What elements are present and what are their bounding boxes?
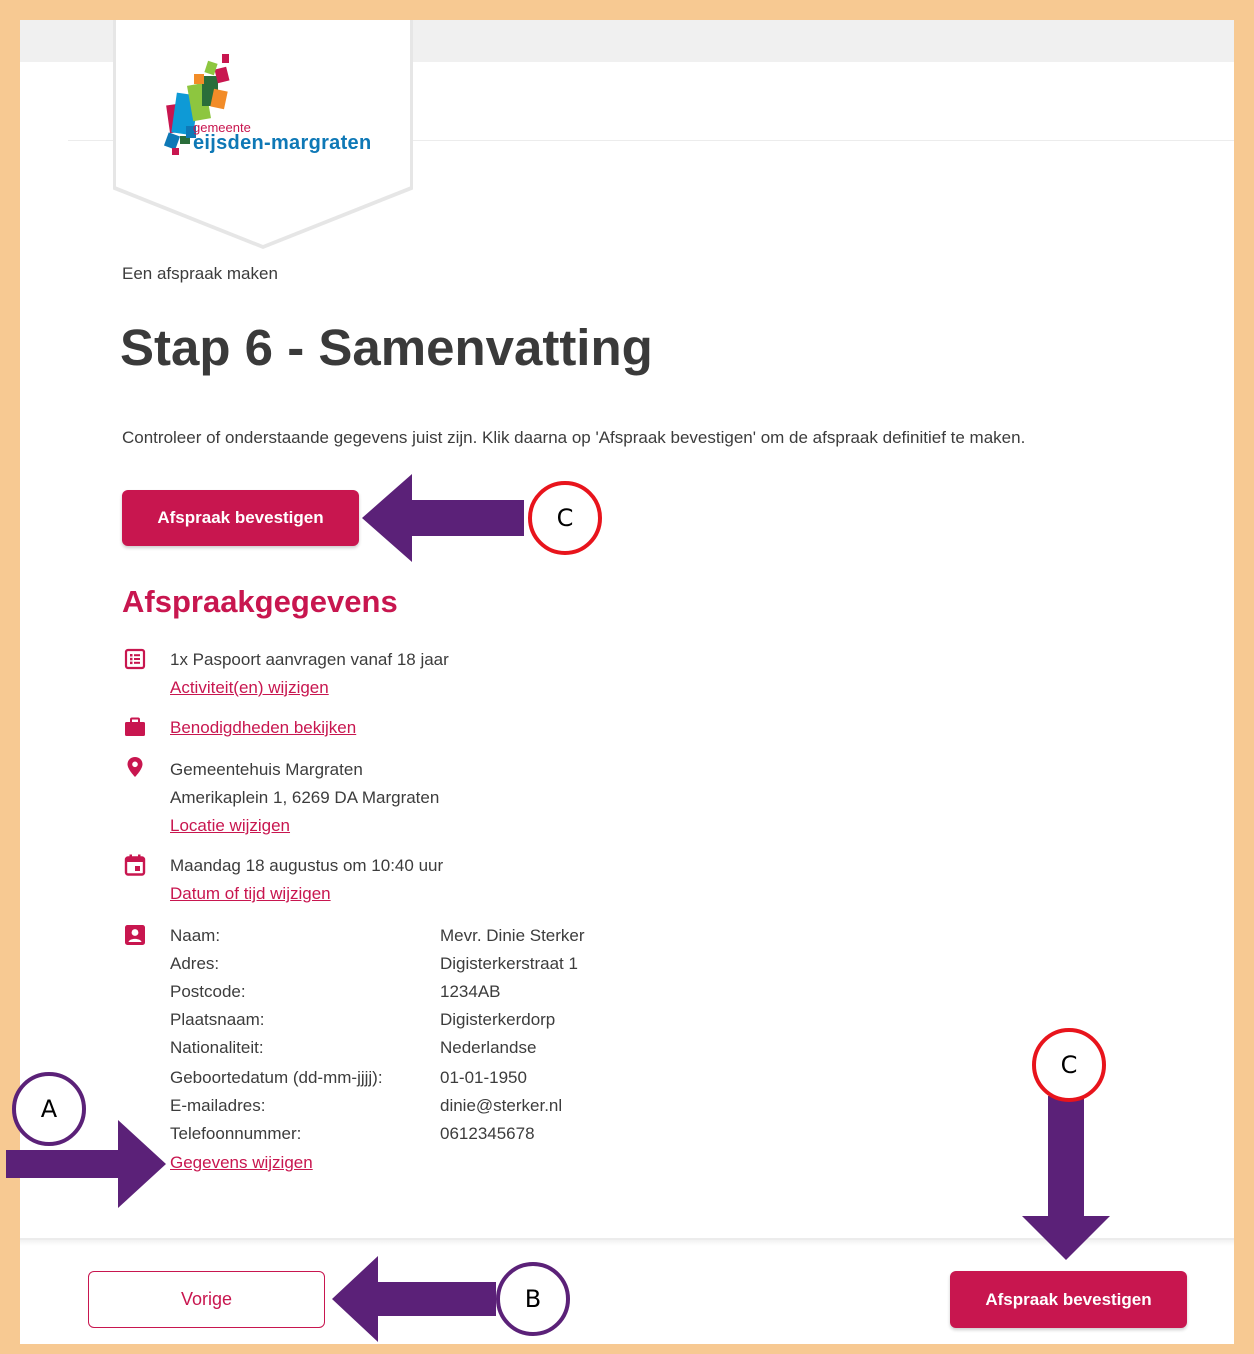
field-value: Nederlandse <box>440 1038 537 1057</box>
location-address: Amerikaplein 1, 6269 DA Margraten <box>170 788 440 807</box>
field-value: 0612345678 <box>440 1124 535 1143</box>
page-title: Stap 6 - Samenvatting <box>120 319 653 376</box>
field-value: 1234AB <box>440 982 501 1001</box>
callout-b: B <box>496 1262 570 1336</box>
confirm-appointment-button-top[interactable]: Afspraak bevestigen <box>122 490 359 546</box>
field-value: 01-01-1950 <box>440 1068 527 1087</box>
section-title: Afspraakgegevens <box>122 584 398 619</box>
callout-a: A <box>12 1072 86 1146</box>
field-label: Geboortedatum (dd-mm-jjjj): <box>170 1068 383 1087</box>
field-label: Plaatsnaam: <box>170 1010 265 1029</box>
calendar-icon <box>124 854 146 876</box>
field-value: Digisterkerstraat 1 <box>440 954 578 973</box>
location-name: Gemeentehuis Margraten <box>170 760 363 779</box>
field-value: Digisterkerdorp <box>440 1010 556 1029</box>
confirm-appointment-button-bottom[interactable]: Afspraak bevestigen <box>950 1271 1187 1328</box>
map-pin-icon <box>127 757 143 777</box>
contact-card-icon <box>125 925 145 945</box>
field-label: Nationaliteit: <box>170 1038 264 1057</box>
appointment-datetime: Maandag 18 augustus om 10:40 uur <box>170 856 444 875</box>
field-label: Naam: <box>170 926 221 945</box>
list-icon <box>124 648 146 670</box>
change-datetime-link[interactable]: Datum of tijd wijzigen <box>170 884 331 904</box>
logo-text-name: eijsden-margraten <box>193 132 372 154</box>
previous-button[interactable]: Vorige <box>88 1271 325 1328</box>
view-requirements-link[interactable]: Benodigdheden bekijken <box>170 718 356 738</box>
callout-c-top: C <box>528 481 602 555</box>
activity-text: 1x Paspoort aanvragen vanaf 18 jaar <box>170 650 449 669</box>
field-label: E-mailadres: <box>170 1096 266 1115</box>
field-label: Postcode: <box>170 982 246 1001</box>
field-value: Mevr. Dinie Sterker <box>440 926 585 945</box>
callout-c-bottom: C <box>1032 1028 1106 1102</box>
field-value: dinie@sterker.nl <box>440 1096 563 1115</box>
breadcrumb: Een afspraak maken <box>122 264 278 283</box>
change-activity-link[interactable]: Activiteit(en) wijzigen <box>170 678 329 698</box>
intro-text: Controleer of onderstaande gegevens juis… <box>122 428 1026 447</box>
briefcase-icon <box>125 717 145 736</box>
change-details-link[interactable]: Gegevens wijzigen <box>170 1153 313 1173</box>
change-location-link[interactable]: Locatie wijzigen <box>170 816 290 836</box>
field-label: Telefoonnummer: <box>170 1124 302 1143</box>
appointment-summary-page: gemeente eijsden-margraten Een afspraak … <box>20 20 1234 1344</box>
field-label: Adres: <box>170 954 220 973</box>
